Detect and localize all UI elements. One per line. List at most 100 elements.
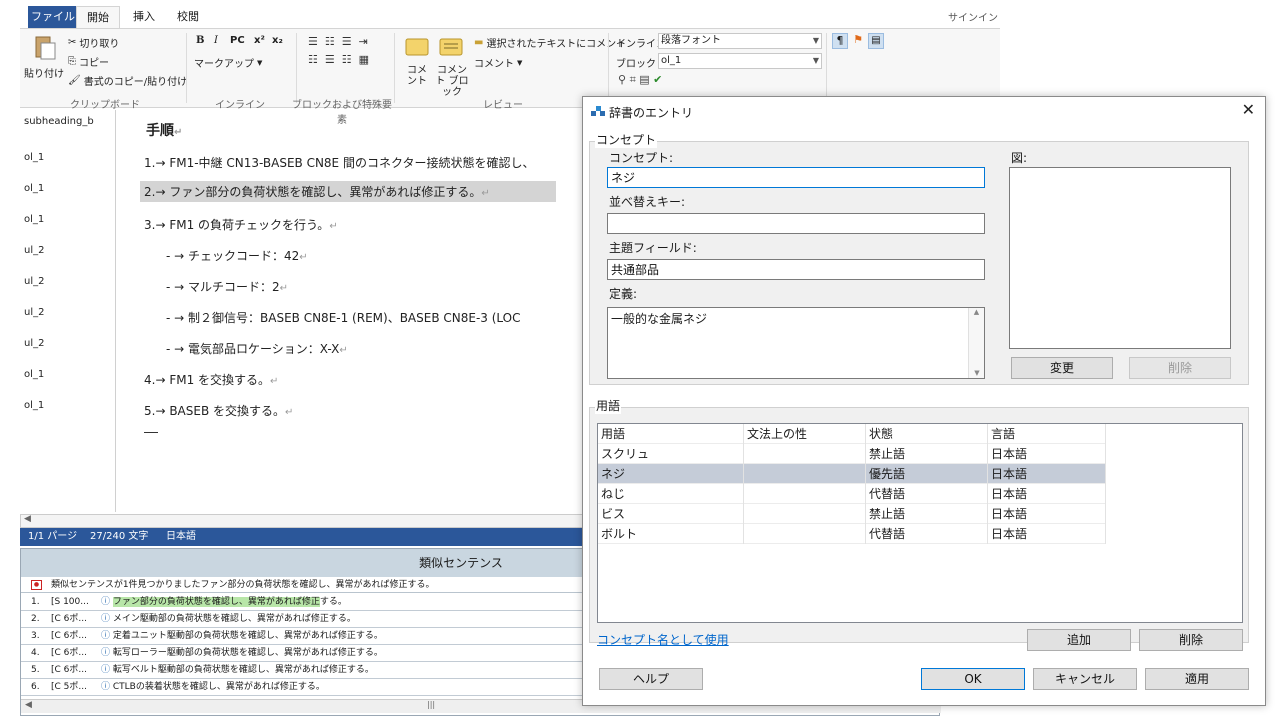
cell-gender (744, 524, 866, 544)
column-header-language[interactable]: 言語 (988, 424, 1106, 444)
ordered-list-icon[interactable]: ☷ (308, 53, 318, 66)
cut-button[interactable]: ✂ 切り取り (68, 35, 119, 50)
doc-line: 4.→ FM1 を交換する。↵ (144, 371, 278, 388)
numbered-list-icon[interactable]: ☷ (325, 35, 335, 48)
cell-term: ビス (598, 504, 744, 524)
scroll-down-icon[interactable]: ▼ (969, 369, 985, 377)
style-tools-row: ⚲ ⌗ ▤ ✔ (618, 73, 662, 87)
comment-block-button[interactable]: コメント ブロック (434, 65, 470, 98)
info-icon: ⓘ (101, 682, 111, 692)
ribbon-separator (296, 33, 297, 103)
tab-insert[interactable]: 挿入 (124, 6, 164, 28)
column-header-gender[interactable]: 文法上の性 (744, 424, 866, 444)
row-number: 1. (31, 597, 40, 607)
check-icon[interactable]: ✔ (653, 73, 662, 86)
superscript-button[interactable]: x² (254, 35, 265, 46)
row-text-rest: メイン駆動部の負荷状態を確認し、異常があれば修正する。 (112, 614, 356, 624)
bullet-list-icon[interactable]: ☰ (308, 35, 318, 48)
column-header-status[interactable]: 状態 (866, 424, 988, 444)
list-icon[interactable]: ☰ (325, 53, 335, 66)
block-style-select[interactable]: ol_1 ▼ (658, 53, 822, 69)
add-term-button[interactable]: 追加 (1027, 629, 1131, 651)
comment-icon[interactable] (404, 35, 430, 59)
row-number: 4. (31, 648, 40, 658)
info-icon: ⓘ (101, 631, 111, 641)
outline-icon[interactable]: ☷ (342, 53, 352, 66)
vertical-scrollbar[interactable]: ▲ ▼ (968, 308, 984, 378)
table-row-selected[interactable]: ネジ 優先語 日本語 (598, 464, 1106, 484)
doc-line: - → マルチコード：2↵ (166, 278, 288, 295)
terms-table: 用語 文法上の性 状態 言語 スクリュ 禁止語 日本語 ネジ 優先語 日本語 ね… (597, 423, 1243, 623)
horizontal-scrollbar[interactable]: ◀ (20, 514, 600, 528)
copy-button[interactable]: ⎘ コピー (68, 54, 109, 69)
indent-icon[interactable]: ⇥ (359, 35, 368, 48)
bold-button[interactable]: B (196, 35, 204, 46)
table-row[interactable]: ねじ 代替語 日本語 (598, 484, 1106, 504)
signin-link[interactable]: サインイン (948, 9, 998, 24)
apply-button[interactable]: 適用 (1145, 668, 1249, 690)
align-icon[interactable]: ☰ (342, 35, 352, 48)
cell-status: 優先語 (866, 464, 988, 484)
sort-key-input[interactable] (607, 213, 985, 234)
row-text-rest: 転写ローラー駆動部の負荷状態を確認し、異常があれば修正する。 (112, 648, 383, 658)
paste-button[interactable]: 貼り付け (24, 65, 64, 80)
comment-selection-button[interactable]: ▬ 選択されたテキストにコメント (474, 35, 626, 50)
delete-term-button[interactable]: 削除 (1139, 629, 1243, 651)
panel-icon[interactable]: ▤ (868, 33, 884, 49)
row-text: ⓘ 転写ローラー駆動部の負荷状態を確認し、異常があれば修正する。 (101, 645, 383, 661)
match-highlight: ファン部分の負荷状態を確認し、異常があれば修正 (112, 597, 320, 607)
pilcrow-icon[interactable]: ¶ (832, 33, 848, 49)
help-button[interactable]: ヘルプ (599, 668, 703, 690)
scroll-up-icon[interactable]: ▲ (969, 308, 984, 316)
cell-language: 日本語 (988, 464, 1106, 484)
markup-label: マークアップ (194, 59, 254, 70)
close-icon[interactable]: ✕ (1242, 101, 1255, 119)
paste-icon[interactable] (30, 35, 58, 61)
subscript-button[interactable]: x₂ (272, 35, 283, 46)
app-logo-icon (591, 105, 605, 117)
delete-figure-button[interactable]: 削除 (1129, 357, 1231, 379)
tag-icon[interactable]: ⌗ (630, 73, 636, 86)
comment-menu-dropdown[interactable]: コメント ▼ (474, 55, 522, 71)
table-icon[interactable]: ▦ (359, 53, 369, 66)
list-view-icon[interactable]: ▤ (639, 73, 649, 86)
scroll-left-icon[interactable]: ◀ (24, 514, 31, 524)
status-bar: 1/1 パージ 27/240 文字 日本語 (20, 528, 600, 546)
inline-style-select[interactable]: 段落フォント ▼ (658, 33, 822, 49)
concept-input[interactable] (607, 167, 985, 188)
info-icon: ⓘ (101, 614, 111, 624)
comment-button[interactable]: コメ ント (404, 65, 430, 87)
markup-dropdown[interactable]: マークアップ ▼ (194, 55, 262, 71)
tags-icon[interactable]: ⚑ (850, 33, 866, 49)
table-row[interactable]: ボルト 代替語 日本語 (598, 524, 1106, 544)
table-row[interactable]: ビス 禁止語 日本語 (598, 504, 1106, 524)
binoculars-icon[interactable]: ⚲ (618, 73, 626, 86)
return-mark: ↵ (299, 252, 308, 263)
pc-button[interactable]: PC (230, 35, 245, 46)
tab-file[interactable]: ファイル (28, 6, 78, 28)
row-source: [C 5ポ... (51, 682, 87, 692)
dialog-title: 辞書のエントリ (609, 106, 694, 120)
comment-block-icon[interactable] (438, 35, 464, 59)
tab-home[interactable]: 開始 (76, 6, 120, 28)
use-as-concept-link[interactable]: コンセプト名として使用 (597, 631, 729, 648)
change-figure-button[interactable]: 変更 (1011, 357, 1113, 379)
comment-selection-label: 選択されたテキストにコメント (486, 39, 627, 50)
subject-field-input[interactable] (607, 259, 985, 280)
definition-textarea[interactable]: 一般的な金属ネジ ▲ ▼ (607, 307, 985, 379)
doc-line: - → 制２御信号：BASEB CN8E-1 (REM)、BASEB CN8E-… (166, 309, 521, 326)
info-icon: ⓘ (101, 648, 111, 658)
doc-line-text: 4.→ FM1 を交換する。 (144, 373, 271, 387)
paste-label: 貼り付け (24, 69, 64, 80)
figure-box[interactable] (1009, 167, 1231, 349)
scissors-icon: ✂ (68, 37, 77, 48)
cancel-button[interactable]: キャンセル (1033, 668, 1137, 690)
scroll-left-icon[interactable]: ◀ (25, 700, 32, 710)
italic-button[interactable]: I (214, 35, 218, 46)
table-row[interactable]: スクリュ 禁止語 日本語 (598, 444, 1106, 464)
tab-review[interactable]: 校閲 (168, 6, 208, 28)
ok-button[interactable]: OK (921, 668, 1025, 690)
scroll-thumb-grip-icon[interactable]: ||| (427, 700, 435, 709)
format-painter-button[interactable]: 🖌 書式のコピー/貼り付け (68, 73, 187, 88)
column-header-term[interactable]: 用語 (598, 424, 744, 444)
